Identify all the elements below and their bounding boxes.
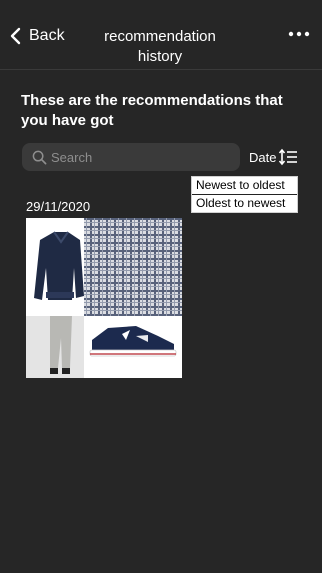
recommendation-outfit-image[interactable] [26, 218, 182, 378]
navy-jacket-image [34, 231, 84, 300]
recommendation-date: 29/11/2020 [26, 199, 91, 214]
sort-icon [279, 148, 298, 166]
sort-label: Date [249, 149, 277, 165]
search-icon [32, 150, 47, 164]
grey-trousers-image [26, 316, 84, 378]
outfit-collage [26, 218, 182, 378]
chevron-left-icon [10, 27, 21, 45]
sort-option-newest[interactable]: Newest to oldest [192, 177, 297, 194]
navigation-bar: Back recommendation history [0, 0, 322, 70]
sort-button[interactable]: Date [249, 148, 298, 166]
back-label: Back [29, 27, 65, 44]
page-title: recommendation history [104, 28, 216, 65]
search-bar[interactable] [22, 143, 240, 171]
back-button[interactable]: Back [6, 24, 65, 48]
sort-dropdown: Newest to oldest Oldest to newest [191, 176, 298, 213]
search-input[interactable] [51, 149, 231, 165]
sort-option-oldest[interactable]: Oldest to newest [192, 194, 297, 212]
more-options-icon[interactable] [288, 26, 310, 42]
section-heading: These are the recommendations that you h… [21, 92, 283, 129]
plaid-shirt-image [84, 218, 182, 316]
